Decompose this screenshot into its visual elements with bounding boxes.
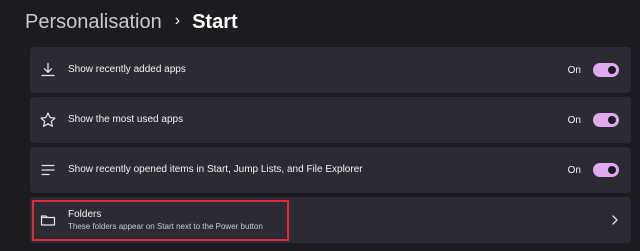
setting-most-used-apps: Show the most used apps On	[30, 97, 631, 143]
toggle-state-label: On	[567, 64, 581, 76]
toggle-knob	[608, 166, 616, 174]
page-title: Start	[192, 10, 238, 33]
recently-added-apps-toggle[interactable]	[593, 63, 619, 77]
download-icon	[39, 61, 57, 79]
toggle-group: On	[568, 161, 619, 179]
toggle-group: On	[568, 61, 619, 79]
chevron-right-icon	[610, 213, 620, 227]
setting-recently-added-apps: Show recently added apps On	[30, 47, 631, 93]
toggle-group: On	[568, 111, 619, 129]
star-icon	[39, 111, 57, 129]
folder-icon	[39, 211, 57, 229]
toggle-knob	[608, 116, 616, 124]
list-icon	[39, 161, 57, 179]
folders-title: Folders	[68, 209, 102, 220]
recently-opened-items-toggle[interactable]	[593, 163, 619, 177]
breadcrumb: Personalisation › Start	[25, 7, 238, 37]
setting-label: Show recently opened items in Start, Jum…	[68, 164, 363, 175]
toggle-state-label: On	[567, 164, 581, 176]
setting-label: Show the most used apps	[68, 114, 184, 125]
toggle-state-label: On	[567, 114, 581, 126]
folders-description: These folders appear on Start next to th…	[68, 222, 263, 231]
breadcrumb-separator-icon: ›	[174, 12, 181, 29]
most-used-apps-toggle[interactable]	[593, 113, 619, 127]
breadcrumb-parent-personalisation[interactable]: Personalisation	[25, 11, 162, 34]
setting-recently-opened-items: Show recently opened items in Start, Jum…	[30, 147, 631, 193]
setting-label: Show recently added apps	[68, 64, 186, 75]
folders-link[interactable]: Folders These folders appear on Start ne…	[30, 197, 631, 243]
toggle-knob	[608, 66, 616, 74]
